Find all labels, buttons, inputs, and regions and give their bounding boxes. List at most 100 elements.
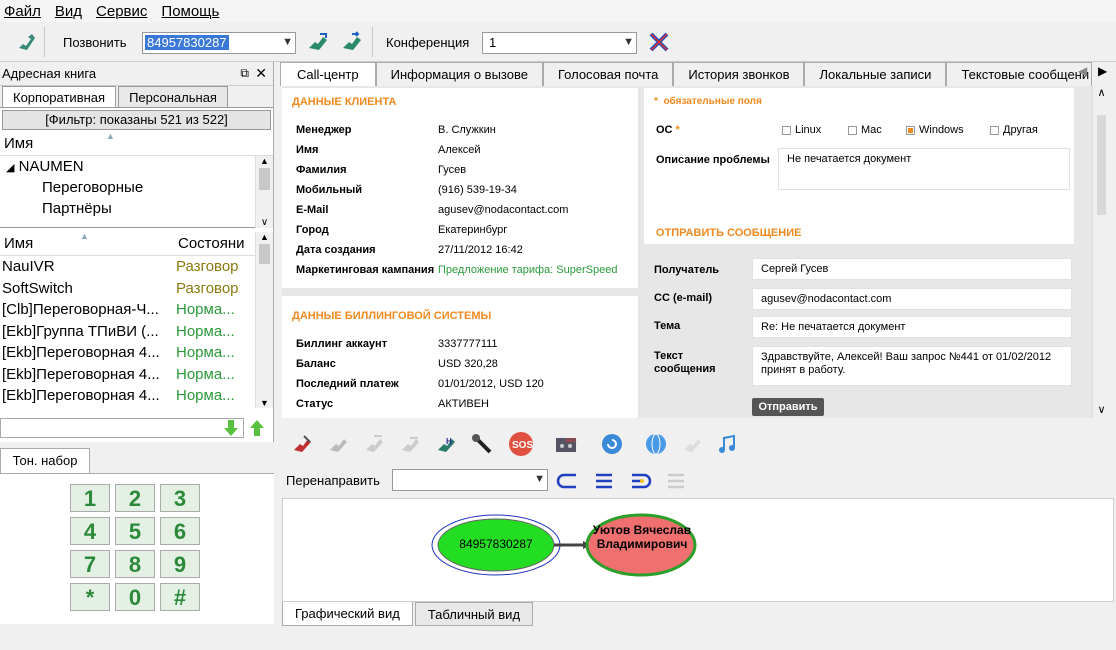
transfer-disabled-icon[interactable]	[362, 432, 386, 456]
dial-key[interactable]: 8	[115, 550, 155, 578]
tree-item-partners[interactable]: Партнёры	[0, 198, 273, 219]
problem-textarea[interactable]: Не печатается документ	[778, 148, 1070, 190]
dial-key[interactable]: 3	[160, 484, 200, 512]
undock-icon[interactable]: ⧉	[240, 66, 249, 81]
list-item[interactable]: [Ekb]Переговорная 4... Норма...	[0, 385, 273, 407]
close-icon[interactable]: ✕	[255, 65, 267, 82]
collapse-icon[interactable]: ◢	[6, 162, 14, 174]
list-item[interactable]: NauIVR Разговор	[0, 256, 273, 278]
column-status[interactable]: Состояни	[178, 232, 245, 256]
chevron-down-icon[interactable]: ▼	[534, 473, 545, 485]
menu-file[interactable]: Файл	[4, 3, 41, 20]
filter-status[interactable]: [Фильтр: показаны 521 из 522]	[2, 110, 271, 130]
os-option-other[interactable]: Другая	[990, 124, 1038, 136]
scroll-up-icon[interactable]: ▲	[256, 156, 273, 166]
scroll-down-icon[interactable]: ▼	[256, 398, 273, 408]
subject-field[interactable]: Re: Не печатается документ	[752, 316, 1072, 338]
list-item[interactable]: [Ekb]Переговорная 4... Норма...	[0, 342, 273, 364]
tree-header[interactable]: Имя ▲	[0, 131, 273, 156]
arrow-up-icon[interactable]	[248, 418, 266, 438]
chevron-down-icon[interactable]: ▼	[282, 36, 293, 48]
hangup-icon[interactable]	[290, 432, 314, 456]
menu-help[interactable]: Помощь	[161, 3, 219, 20]
scroll-up-icon[interactable]: ∧	[1093, 86, 1110, 99]
tab-graphic-view[interactable]: Графический вид	[282, 602, 413, 626]
tab-scroll-right-icon[interactable]: ▶	[1098, 64, 1107, 78]
dial-key[interactable]: 7	[70, 550, 110, 578]
dial-key[interactable]: 2	[115, 484, 155, 512]
tree-item-meeting-rooms[interactable]: Переговорные	[0, 177, 273, 198]
os-option-windows[interactable]: Windows	[906, 124, 964, 136]
dial-key[interactable]: 4	[70, 517, 110, 545]
content-scrollbar[interactable]: ∧ ∨	[1092, 86, 1110, 418]
recipient-field[interactable]: Сергей Гусев	[752, 258, 1072, 280]
tab-table-view[interactable]: Табличный вид	[414, 602, 534, 626]
redirect-all-icon[interactable]	[592, 469, 616, 493]
tree-item-naumen[interactable]: ◢ NAUMEN	[0, 156, 273, 177]
answer-icon[interactable]	[326, 432, 350, 456]
chevron-down-icon[interactable]: ▼	[623, 36, 634, 48]
music-icon[interactable]	[716, 432, 740, 456]
caller-node[interactable]: 84957830287	[438, 537, 554, 551]
address-search-input[interactable]	[0, 418, 244, 438]
dial-key[interactable]: #	[160, 583, 200, 611]
checkbox-checked[interactable]	[906, 125, 915, 135]
redirect-icon[interactable]	[556, 469, 580, 493]
checkbox[interactable]	[990, 125, 999, 135]
dial-key[interactable]: 6	[160, 517, 200, 545]
conference-combo[interactable]: 1 ▼	[482, 32, 637, 54]
tab-corporate[interactable]: Корпоративная	[2, 86, 117, 107]
dial-key[interactable]: 0	[115, 583, 155, 611]
scroll-up-icon[interactable]: ▲	[256, 232, 273, 242]
tab-call-history[interactable]: История звонков	[673, 62, 805, 86]
arrow-down-icon[interactable]	[222, 418, 240, 438]
conference-close-icon[interactable]	[647, 30, 671, 54]
call-transfer-icon[interactable]	[340, 30, 364, 54]
redirect-combo[interactable]: ▼	[392, 469, 548, 491]
tab-personal[interactable]: Персональная	[118, 86, 228, 107]
microphone-icon[interactable]	[470, 432, 494, 456]
menu-view[interactable]: Вид	[55, 3, 82, 20]
scroll-down-icon[interactable]: ∨	[1093, 403, 1110, 416]
callee-node[interactable]: Уютов Вячеслав Владимирович	[583, 523, 701, 551]
dial-key[interactable]: *	[70, 583, 110, 611]
send-button[interactable]: Отправить	[752, 398, 824, 416]
list-item[interactable]: [Ekb]Переговорная 4... Норма...	[0, 364, 273, 386]
redirect-queue-icon[interactable]	[628, 469, 652, 493]
redirect-disabled-icon[interactable]	[664, 469, 688, 493]
tab-scroll-left-icon[interactable]: ◀	[1078, 64, 1087, 78]
checkbox[interactable]	[782, 125, 791, 135]
message-text-field[interactable]: Здравствуйте, Алексей! Ваш запрос №441 о…	[752, 346, 1072, 386]
os-option-linux[interactable]: Linux	[782, 124, 821, 136]
os-option-mac[interactable]: Mac	[848, 124, 882, 136]
tab-voicemail[interactable]: Голосовая почта	[542, 62, 674, 86]
column-name[interactable]: Имя	[4, 235, 33, 252]
menu-service[interactable]: Сервис	[96, 3, 147, 20]
dial-key[interactable]: 1	[70, 484, 110, 512]
phone-number-combo[interactable]: 84957830287 ▼	[142, 32, 296, 54]
scroll-down-icon[interactable]: ∨	[256, 217, 273, 228]
record-icon[interactable]: REC	[554, 432, 578, 456]
scroll-thumb[interactable]	[259, 244, 270, 264]
scroll-thumb[interactable]	[259, 168, 270, 190]
dial-key[interactable]: 9	[160, 550, 200, 578]
cc-field[interactable]: agusev@nodacontact.com	[752, 288, 1072, 310]
call-green-icon[interactable]	[306, 30, 330, 54]
dial-key[interactable]: 5	[115, 517, 155, 545]
tab-call-info[interactable]: Информация о вызове	[375, 62, 543, 86]
phone-number-value[interactable]: 84957830287	[145, 35, 229, 50]
hold-icon[interactable]: H	[434, 432, 458, 456]
list-scrollbar[interactable]: ▲ ▼	[255, 232, 273, 408]
list-item[interactable]: [Clb]Переговорная-Ч... Норма...	[0, 299, 273, 321]
checkbox[interactable]	[848, 125, 857, 135]
list-item[interactable]: SoftSwitch Разговор	[0, 278, 273, 300]
consult-disabled-icon[interactable]	[680, 432, 704, 456]
tree-scrollbar[interactable]: ▲ ∨	[255, 156, 273, 228]
web-icon[interactable]	[644, 432, 668, 456]
forward-disabled-icon[interactable]	[398, 432, 422, 456]
tab-text-messages[interactable]: Текстовые сообщени	[946, 62, 1093, 86]
phone-handset-icon[interactable]	[14, 30, 38, 54]
sos-icon[interactable]: SOS	[508, 431, 533, 456]
refresh-icon[interactable]	[600, 432, 624, 456]
tab-call-center[interactable]: Call-центр	[280, 62, 376, 86]
